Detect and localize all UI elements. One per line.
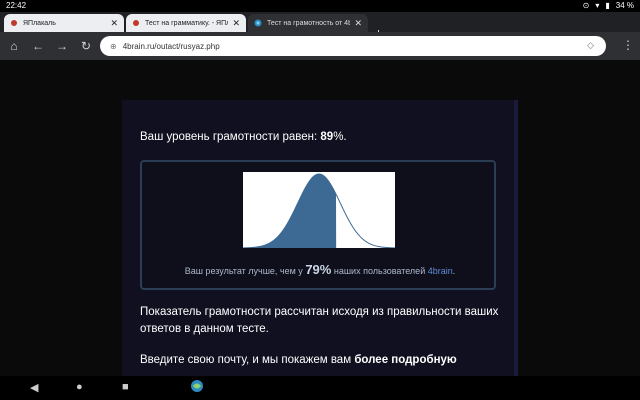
back-nav-icon[interactable]: ◀ xyxy=(30,381,38,394)
email-prompt: Введите свою почту, и мы покажем вам бол… xyxy=(140,352,500,369)
better-prefix: Ваш результат лучше, чем у xyxy=(184,266,306,276)
status-bar: 22:42 ⊙ ▾ ▮ 34 % xyxy=(0,0,640,12)
yaplakal-favicon-icon xyxy=(132,19,140,27)
tab-yaplakal[interactable]: ЯПлакаль ✕ xyxy=(4,14,124,32)
status-time: 22:42 xyxy=(6,1,27,10)
android-nav-bar: ◀ ● ■ xyxy=(0,376,640,400)
close-icon[interactable]: ✕ xyxy=(110,18,118,29)
browser-app-icon[interactable] xyxy=(190,379,204,396)
level-prefix: Ваш уровень грамотности равен: xyxy=(140,131,321,143)
close-icon[interactable]: ✕ xyxy=(232,18,240,29)
brand-name: 4brain xyxy=(427,266,453,276)
share-icon[interactable]: ◇ xyxy=(587,40,594,51)
distribution-chart xyxy=(242,172,396,249)
yaplakal-favicon-icon xyxy=(10,19,18,27)
tab-literacy-test[interactable]: Тест на грамотность от 4b ✕ xyxy=(248,14,368,32)
better-percent: 79% xyxy=(305,262,332,277)
lock-icon: ⊕ xyxy=(110,41,117,51)
battery-icon: ▮ xyxy=(605,1,610,10)
better-suffix: . xyxy=(452,266,456,276)
tab-grammar-test[interactable]: Тест на грамматику. - ЯПла ✕ xyxy=(126,14,246,32)
email-prompt-bold: более подробную xyxy=(354,354,457,366)
scrollbar[interactable] xyxy=(514,100,518,376)
result-box: Ваш результат лучше, чем у 79% наших пол… xyxy=(140,160,496,290)
score-explanation: Показатель грамотности рассчитан исходя … xyxy=(140,306,499,335)
better-middle: наших пользователей xyxy=(331,266,428,276)
status-right: ⊙ ▾ ▮ 34 % xyxy=(583,1,634,10)
wifi-icon: ▾ xyxy=(595,1,600,10)
address-bar[interactable]: ⊕ 4brain.ru/outact/rusyaz.php ◇ xyxy=(100,36,606,56)
page-viewport: Ваш уровень грамотности равен: 89%. Ваш … xyxy=(0,60,640,376)
tab-title: Тест на грамотность от 4b xyxy=(267,19,351,27)
menu-icon[interactable]: ⋮ xyxy=(622,38,634,52)
cast-icon: ⊙ xyxy=(582,1,590,10)
bell-curve-filled-area xyxy=(243,174,337,248)
email-prompt-prefix: Введите свою почту, и мы покажем вам xyxy=(140,354,355,366)
back-icon[interactable]: ← xyxy=(30,38,46,54)
home-icon[interactable]: ⌂ xyxy=(6,38,22,54)
close-icon[interactable]: ✕ xyxy=(354,18,362,29)
url-text: 4brain.ru/outact/rusyaz.php xyxy=(122,41,220,51)
reload-icon[interactable]: ↻ xyxy=(78,38,94,54)
level-suffix: %. xyxy=(333,131,347,143)
recents-nav-icon[interactable]: ■ xyxy=(122,381,129,393)
battery-level: 34 % xyxy=(615,1,634,10)
level-value: 89 xyxy=(320,131,334,143)
comparison-text: Ваш результат лучше, чем у 79% наших пол… xyxy=(142,262,498,277)
forward-icon[interactable]: → xyxy=(54,38,70,54)
bell-curve-svg xyxy=(242,173,396,249)
tab-title: Тест на грамматику. - ЯПла xyxy=(145,19,229,27)
home-nav-icon[interactable]: ● xyxy=(76,381,83,393)
tab-title: ЯПлакаль xyxy=(23,19,56,27)
result-card: Ваш уровень грамотности равен: 89%. Ваш … xyxy=(122,100,518,376)
literacy-level: Ваш уровень грамотности равен: 89%. xyxy=(140,131,347,143)
4brain-favicon-icon xyxy=(254,19,262,27)
tab-strip: ЯПлакаль ✕ Тест на грамматику. - ЯПла ✕ … xyxy=(0,12,640,40)
